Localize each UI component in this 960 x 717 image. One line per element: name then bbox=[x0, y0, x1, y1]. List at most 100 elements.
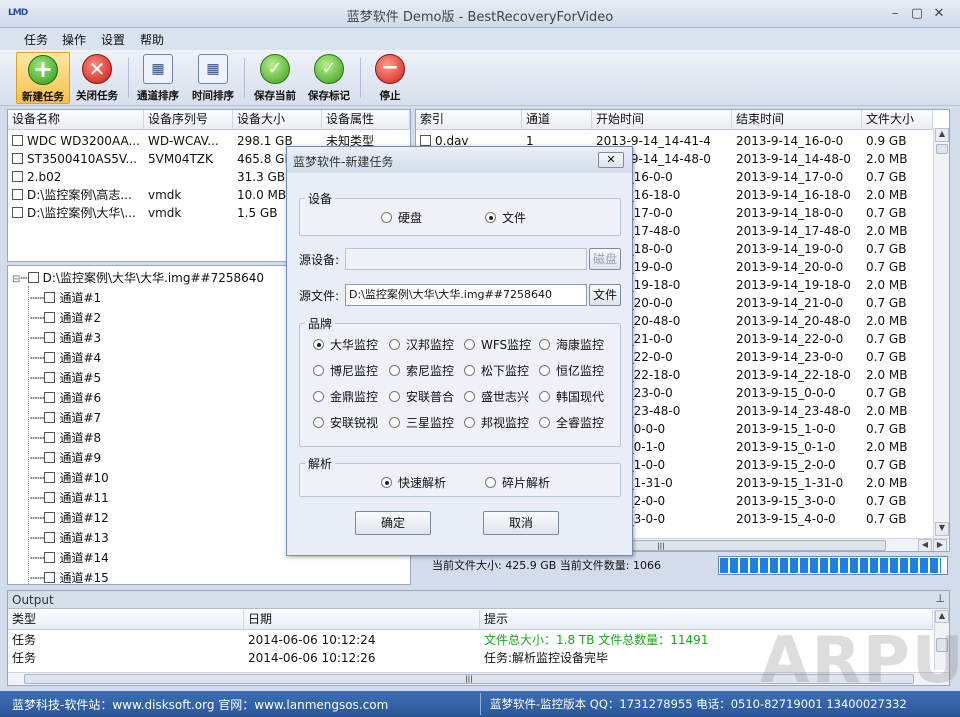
tree-channel-item[interactable]: ┄┄ 通道#10 bbox=[30, 468, 109, 488]
tree-checkbox[interactable] bbox=[44, 332, 56, 343]
close-task-button[interactable]: ✕ 关闭任务 bbox=[70, 52, 124, 104]
tree-checkbox[interactable] bbox=[44, 352, 56, 363]
col-file-size[interactable]: 文件大小 bbox=[862, 110, 933, 130]
radio-button[interactable] bbox=[539, 339, 550, 350]
radio-harddisk[interactable]: 硬盘 bbox=[381, 209, 422, 226]
tree-checkbox[interactable] bbox=[44, 472, 56, 483]
sort-by-time-button[interactable]: ▦ 时间排序 bbox=[186, 52, 240, 104]
tree-channel-item[interactable]: ┄┄ 通道#12 bbox=[30, 508, 109, 528]
radio-button[interactable] bbox=[389, 391, 400, 402]
scroll-up-button[interactable]: ▲ bbox=[935, 610, 949, 623]
menu-operate[interactable]: 操作 bbox=[56, 31, 92, 48]
disk-button[interactable]: 磁盘 bbox=[589, 248, 621, 270]
new-task-button[interactable]: + 新建任务 bbox=[16, 52, 70, 104]
radio-button[interactable] bbox=[381, 212, 392, 223]
col-start-time[interactable]: 开始时间 bbox=[592, 110, 732, 130]
tree-checkbox[interactable] bbox=[44, 532, 56, 543]
source-file-field[interactable]: D:\监控案例\大华\大华.img##7258640 bbox=[345, 284, 587, 306]
col-date[interactable]: 日期 bbox=[244, 610, 480, 630]
brand-option[interactable]: 韩国现代 bbox=[539, 388, 604, 405]
tree-channel-item[interactable]: ┄┄ 通道#13 bbox=[30, 528, 109, 548]
radio-file[interactable]: 文件 bbox=[485, 209, 526, 226]
tree-channel-item[interactable]: ┄┄ 通道#2 bbox=[30, 308, 101, 328]
radio-button[interactable] bbox=[389, 417, 400, 428]
source-device-field[interactable] bbox=[345, 248, 587, 270]
close-window-button[interactable]: ✕ bbox=[930, 6, 948, 22]
radio-button[interactable] bbox=[539, 391, 550, 402]
tree-checkbox[interactable] bbox=[44, 512, 56, 523]
col-device-serial[interactable]: 设备序列号 bbox=[144, 110, 233, 130]
tree-channel-item[interactable]: ┄┄ 通道#11 bbox=[30, 488, 109, 508]
tree-checkbox[interactable] bbox=[44, 372, 56, 383]
brand-option[interactable]: 邦视监控 bbox=[464, 414, 529, 431]
tree-checkbox[interactable] bbox=[44, 572, 56, 583]
tree-channel-item[interactable]: ┄┄ 通道#7 bbox=[30, 408, 101, 428]
brand-option[interactable]: 汉邦监控 bbox=[389, 336, 454, 353]
save-marked-button[interactable]: ✓ 保存标记 bbox=[302, 52, 356, 104]
tree-channel-item[interactable]: ┄┄ 通道#9 bbox=[30, 448, 101, 468]
file-button[interactable]: 文件 bbox=[589, 284, 621, 306]
radio-button[interactable] bbox=[313, 365, 324, 376]
radio-button[interactable] bbox=[381, 477, 392, 488]
file-vscrollbar[interactable]: ▲ ▼ bbox=[933, 128, 949, 538]
radio-button[interactable] bbox=[313, 339, 324, 350]
row-checkbox[interactable] bbox=[12, 171, 23, 182]
brand-option[interactable]: 博尼监控 bbox=[313, 362, 378, 379]
tree-checkbox[interactable] bbox=[44, 412, 56, 423]
radio-fast-parse[interactable]: 快速解析 bbox=[381, 474, 446, 491]
scroll-right-button[interactable]: ▶ bbox=[933, 539, 947, 551]
col-index[interactable]: 索引 bbox=[416, 110, 522, 130]
menu-help[interactable]: 帮助 bbox=[134, 31, 170, 48]
radio-button[interactable] bbox=[485, 477, 496, 488]
tree-checkbox[interactable] bbox=[44, 392, 56, 403]
col-device-size[interactable]: 设备大小 bbox=[233, 110, 322, 130]
radio-button[interactable] bbox=[464, 391, 475, 402]
tree-checkbox[interactable] bbox=[44, 452, 56, 463]
scroll-down-button[interactable]: ▼ bbox=[935, 522, 949, 536]
brand-option[interactable]: 恒亿监控 bbox=[539, 362, 604, 379]
tree-collapse-icon[interactable]: ⊟ bbox=[12, 274, 20, 285]
tree-checkbox[interactable] bbox=[44, 552, 56, 563]
brand-option[interactable]: 安联锐视 bbox=[313, 414, 378, 431]
maximize-button[interactable]: ▢ bbox=[908, 6, 926, 22]
row-checkbox[interactable] bbox=[12, 189, 23, 200]
row-checkbox[interactable] bbox=[12, 207, 23, 218]
radio-button[interactable] bbox=[313, 417, 324, 428]
tree-channel-item[interactable]: ┄┄ 通道#1 bbox=[30, 288, 101, 308]
stop-button[interactable]: − 停止 bbox=[363, 52, 417, 104]
brand-option[interactable]: 大华监控 bbox=[313, 336, 378, 353]
radio-button[interactable] bbox=[464, 339, 475, 350]
radio-button[interactable] bbox=[464, 417, 475, 428]
brand-option[interactable]: WFS监控 bbox=[464, 336, 531, 353]
radio-button[interactable] bbox=[539, 417, 550, 428]
tree-checkbox[interactable] bbox=[27, 272, 39, 283]
brand-option[interactable]: 松下监控 bbox=[464, 362, 529, 379]
brand-option[interactable]: 索尼监控 bbox=[389, 362, 454, 379]
brand-option[interactable]: 盛世志兴 bbox=[464, 388, 529, 405]
tree-channel-item[interactable]: ┄┄ 通道#15 bbox=[30, 568, 109, 584]
scroll-thumb[interactable] bbox=[936, 144, 948, 154]
brand-option[interactable]: 安联普合 bbox=[389, 388, 454, 405]
tree-checkbox[interactable] bbox=[44, 432, 56, 443]
brand-option[interactable]: 全睿监控 bbox=[539, 414, 604, 431]
radio-button[interactable] bbox=[389, 339, 400, 350]
sort-by-channel-button[interactable]: ▦ 通道排序 bbox=[131, 52, 185, 104]
scroll-up-button[interactable]: ▲ bbox=[935, 128, 949, 142]
radio-button[interactable] bbox=[389, 365, 400, 376]
tree-root[interactable]: ⊟┄ D:\监控案例\大华\大华.img##7258640 bbox=[12, 268, 264, 288]
brand-option[interactable]: 金鼎监控 bbox=[313, 388, 378, 405]
tree-channel-item[interactable]: ┄┄ 通道#6 bbox=[30, 388, 101, 408]
ok-button[interactable]: 确定 bbox=[355, 511, 431, 535]
menu-settings[interactable]: 设置 bbox=[95, 31, 131, 48]
brand-option[interactable]: 海康监控 bbox=[539, 336, 604, 353]
tree-channel-item[interactable]: ┄┄ 通道#5 bbox=[30, 368, 101, 388]
brand-option[interactable]: 三星监控 bbox=[389, 414, 454, 431]
col-device-attr[interactable]: 设备属性 bbox=[322, 110, 410, 130]
menu-task[interactable]: 任务 bbox=[18, 31, 54, 48]
cancel-button[interactable]: 取消 bbox=[483, 511, 559, 535]
radio-button[interactable] bbox=[485, 212, 496, 223]
minimize-button[interactable]: – bbox=[886, 6, 904, 22]
pin-icon[interactable]: ⊥ bbox=[935, 592, 945, 605]
tree-channel-item[interactable]: ┄┄ 通道#14 bbox=[30, 548, 109, 568]
tree-checkbox[interactable] bbox=[44, 292, 56, 303]
